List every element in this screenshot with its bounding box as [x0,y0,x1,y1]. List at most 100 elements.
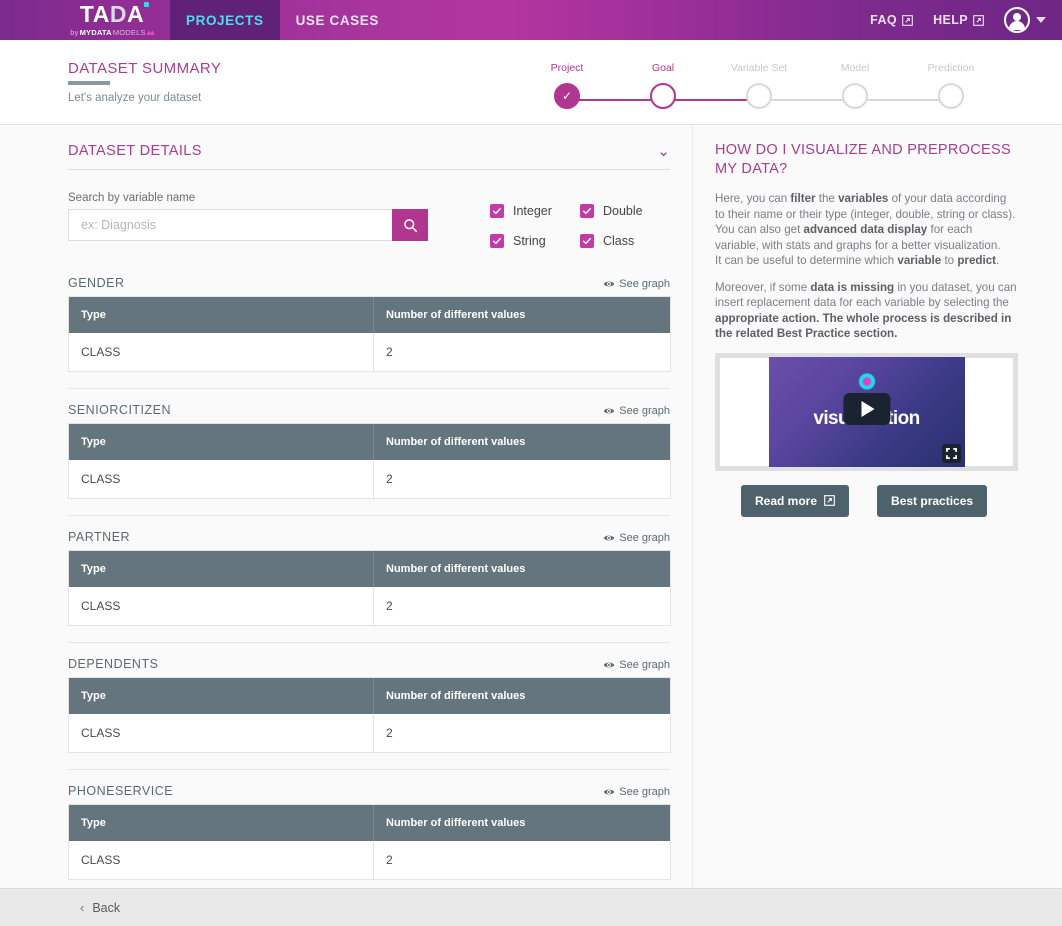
section-divider [68,515,670,516]
user-menu[interactable] [1004,7,1046,33]
help-link[interactable]: HELP [933,13,984,27]
help-paragraph-2: Moreover, if some data is missing in you… [715,280,1017,341]
logo-text-ta: TA [79,0,110,27]
variable-name: GENDER [68,276,125,290]
cell-count: 2 [386,472,393,486]
variable-name: DEPENDENTS [68,657,159,671]
checkbox-class[interactable] [580,234,594,248]
type-filter-string[interactable]: String [490,234,580,248]
section-divider [68,642,670,643]
user-avatar-icon [1004,7,1030,33]
external-link-icon [902,14,913,26]
primary-nav: PROJECTS USE CASES [170,0,395,40]
column-header-count: Number of different values [386,817,526,829]
table-row: CLASS 2 [69,460,670,498]
stepper-connector [567,99,663,101]
back-button[interactable]: ‹ Back [80,900,120,915]
dataset-details-header[interactable]: DATASET DETAILS ⌄ [68,143,670,170]
type-filter-integer[interactable]: Integer [490,204,580,218]
cell-count: 2 [386,599,393,613]
external-link-icon [973,14,984,26]
eye-icon [603,408,615,414]
eye-icon [603,789,615,795]
nav-right-group: FAQ HELP [870,0,1062,40]
tada-logo[interactable]: TA D A by MYDATA MODELS ▴▴ [62,0,162,40]
table-header-row: Type Number of different values [69,297,670,333]
see-graph-label: See graph [619,532,670,544]
see-graph-button[interactable]: See graph [603,786,670,798]
play-icon[interactable] [843,392,890,425]
checkbox-string[interactable] [490,234,504,248]
search-icon [403,218,417,232]
type-filter-label: Double [603,204,643,218]
help-paragraph-1: Here, you can filter the variables of yo… [715,192,1016,267]
cell-type: CLASS [69,841,374,879]
eye-icon [603,662,615,668]
table-header-row: Type Number of different values [69,805,670,841]
help-panel: HOW DO I VISUALIZE AND PREPROCESS MY DAT… [692,125,1062,888]
stepper-step-circle: ✓ [554,83,580,109]
main-content: DATASET DETAILS ⌄ Search by variable nam… [0,125,1062,888]
type-filter-class[interactable]: Class [580,234,670,248]
checkbox-integer[interactable] [490,204,504,218]
logo-text-a: A [127,1,150,26]
table-header-row: Type Number of different values [69,678,670,714]
help-label: HELP [933,13,968,27]
nav-item-use-cases[interactable]: USE CASES [280,0,395,40]
search-input[interactable] [68,209,392,241]
workflow-stepper: Project ✓ Goal Variable Set Model Prediction [540,62,974,112]
chevron-down-icon[interactable]: ⌄ [657,144,670,159]
fullscreen-icon[interactable] [941,443,961,463]
video-thumbnail[interactable]: Data visualization [768,356,965,467]
page-header: DATASET SUMMARY Let's analyze your datas… [0,40,1062,125]
footer-bar: ‹ Back [0,888,1062,926]
faq-link[interactable]: FAQ [870,13,913,27]
stepper-step-circle [938,83,964,109]
stepper-connector [663,99,759,101]
logo-sub-models: MODELS [112,27,146,37]
variable-section: PARTNER See graph Type Number of different … [68,530,671,626]
help-panel-title: HOW DO I VISUALIZE AND PREPROCESS MY DAT… [715,142,1011,177]
variable-header: GENDER See graph [68,276,670,296]
type-filter-double[interactable]: Double [580,204,670,218]
variable-header: PARTNER See graph [68,530,670,550]
fullscreen-glyph [945,447,957,459]
search-label: Search by variable name [68,192,196,204]
see-graph-button[interactable]: See graph [603,659,670,671]
filter-row: Search by variable name Integer Double Str… [68,192,670,248]
video-frame: Data visualization [715,352,1018,471]
stepper-step-label: Model [840,62,870,74]
type-filter-checkboxes: Integer Double String Class [490,192,670,248]
logo-mm-mark: ▴▴ [146,26,155,37]
variable-name: PHONESERVICE [68,784,174,798]
search-button[interactable] [392,209,428,241]
nav-item-projects[interactable]: PROJECTS [170,0,280,40]
variable-header: SENIORCITIZEN See graph [68,403,670,423]
see-graph-button[interactable]: See graph [603,405,670,417]
cell-type: CLASS [69,460,374,498]
checkbox-double[interactable] [580,204,594,218]
table-row: CLASS 2 [69,333,670,371]
logo-tagline: by MYDATA MODELS ▴▴ [70,26,155,38]
table-row: CLASS 2 [69,841,670,879]
stepper-step-circle [746,83,772,109]
external-link-icon [824,495,835,506]
variable-section: PHONESERVICE See graph Type Number of diffe… [68,784,671,880]
column-header-count: Number of different values [386,309,526,321]
see-graph-button[interactable]: See graph [603,278,670,290]
read-more-button[interactable]: Read more [741,484,850,517]
check-icon [582,207,592,215]
best-practices-button[interactable]: Best practices [877,484,988,517]
table-row: CLASS 2 [69,587,670,625]
table-header-row: Type Number of different values [69,551,670,587]
cell-count: 2 [386,726,393,740]
help-buttons: Read more Best practices [715,484,1018,517]
see-graph-button[interactable]: See graph [603,532,670,544]
see-graph-label: See graph [619,405,670,417]
column-header-type: Type [69,805,374,841]
page-title-block: DATASET SUMMARY Let's analyze your datas… [68,60,221,104]
cell-count: 2 [386,345,393,359]
read-more-label: Read more [755,493,818,508]
check-icon [492,207,502,215]
column-header-type: Type [69,551,374,587]
